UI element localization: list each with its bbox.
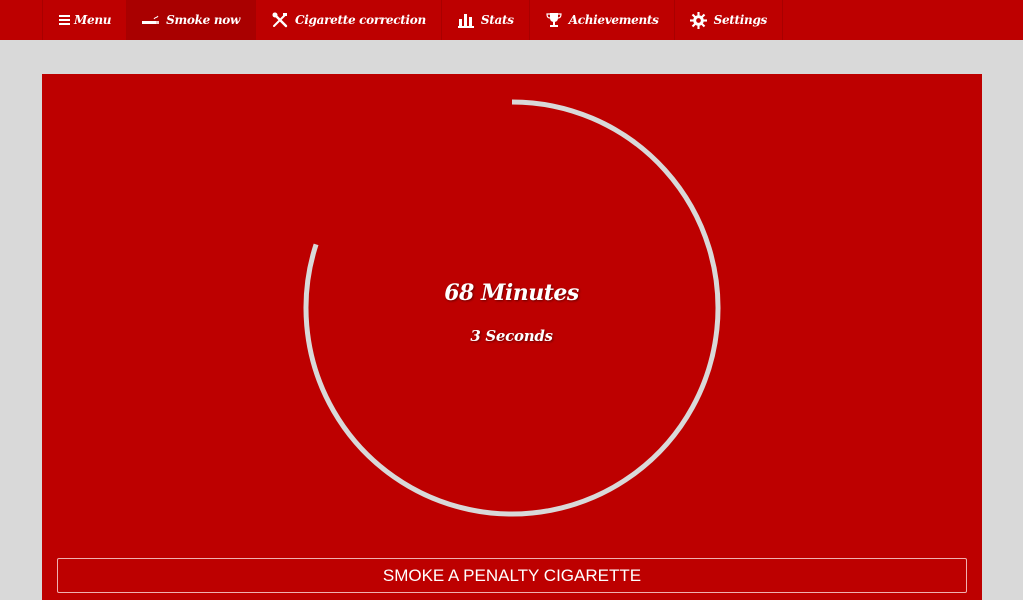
countdown-arc xyxy=(303,99,721,517)
timer-seconds: 3 Seconds xyxy=(470,327,553,345)
timer-minutes: 68 Minutes xyxy=(444,280,579,306)
smoke-penalty-cigarette-button[interactable]: SMOKE A PENALTY CIGARETTE xyxy=(57,558,967,593)
